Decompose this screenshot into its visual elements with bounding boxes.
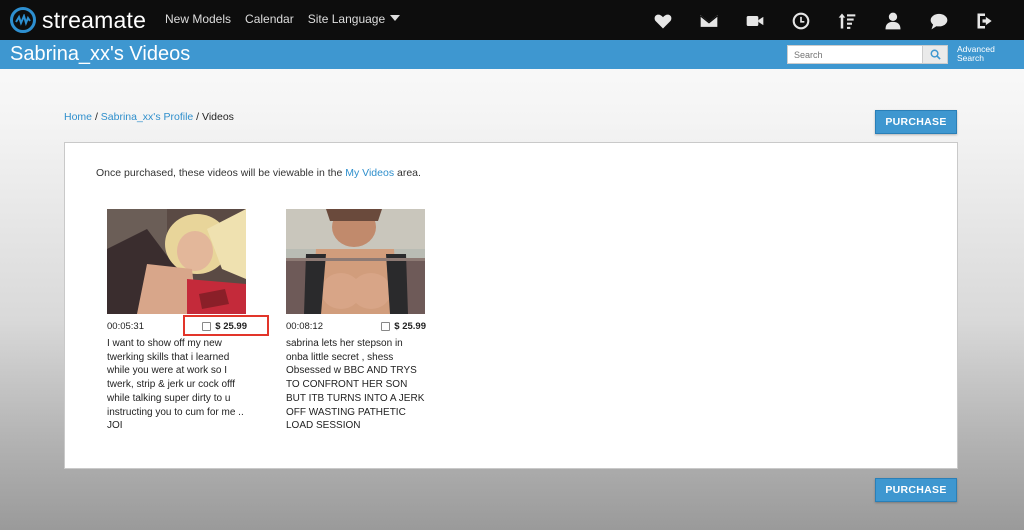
- video-thumbnail[interactable]: [107, 209, 246, 314]
- purchase-button-bottom[interactable]: PURCHASE: [875, 478, 957, 502]
- user-icon[interactable]: [870, 10, 916, 32]
- intro-text-after: area.: [394, 167, 421, 179]
- video-duration: 00:05:31: [107, 321, 144, 332]
- sort-icon[interactable]: [824, 10, 870, 32]
- page-header: Sabrina_xx's Videos Advanced Search: [0, 40, 1024, 69]
- advanced-search-link[interactable]: Advanced Search: [957, 45, 995, 63]
- clock-icon[interactable]: [778, 10, 824, 32]
- chevron-down-icon: [390, 15, 401, 21]
- brand-name: streamate: [42, 6, 147, 33]
- video-description: sabrina lets her stepson in onba little …: [286, 338, 425, 432]
- nav-link-site-language[interactable]: Site Language: [307, 12, 401, 26]
- search-button[interactable]: [923, 45, 948, 64]
- brand-logo[interactable]: streamate: [10, 6, 146, 34]
- search-icon: [930, 49, 941, 60]
- advanced-search-label-2: Search: [957, 53, 984, 63]
- heart-icon[interactable]: [640, 10, 686, 32]
- site-language-label: Site Language: [307, 12, 386, 26]
- video-duration: 00:08:12: [286, 321, 323, 332]
- video-card: 00:08:12 $ 25.99 sabrina lets her stepso…: [286, 209, 426, 433]
- video-description: I want to show off my new twerking skill…: [107, 338, 244, 432]
- breadcrumb-separator: /: [94, 111, 98, 123]
- purchase-button-top[interactable]: PURCHASE: [875, 110, 957, 134]
- video-thumbnail[interactable]: [286, 209, 425, 314]
- mail-icon[interactable]: [686, 10, 732, 32]
- top-navigation-bar: streamate New Models Calendar Site Langu…: [0, 0, 1024, 40]
- breadcrumb-home[interactable]: Home: [64, 111, 92, 123]
- nav-link-new-models[interactable]: New Models: [165, 12, 231, 26]
- my-videos-link[interactable]: My Videos: [345, 167, 394, 179]
- breadcrumb: Home / Sabrina_xx's Profile / Videos: [64, 111, 234, 123]
- video-price-checkbox[interactable]: $ 25.99: [381, 321, 426, 332]
- breadcrumb-separator: /: [196, 111, 200, 123]
- intro-text-before: Once purchased, these videos will be vie…: [96, 167, 346, 179]
- video-price: $ 25.99: [394, 321, 426, 332]
- page-title: Sabrina_xx's Videos: [10, 43, 191, 65]
- intro-text: Once purchased, these videos will be vie…: [96, 167, 421, 179]
- logout-icon[interactable]: [962, 10, 1008, 32]
- chat-icon[interactable]: [916, 10, 962, 32]
- breadcrumb-profile[interactable]: Sabrina_xx's Profile: [101, 111, 193, 123]
- streamate-logo-icon: [10, 7, 36, 33]
- video-camera-icon[interactable]: [732, 10, 778, 32]
- search-input[interactable]: [787, 45, 923, 64]
- breadcrumb-current: Videos: [202, 111, 234, 123]
- nav-link-calendar[interactable]: Calendar: [245, 12, 294, 26]
- select-checkbox[interactable]: [381, 322, 391, 331]
- price-highlight-box: [183, 315, 269, 336]
- search-form: [787, 45, 948, 64]
- videos-panel: Once purchased, these videos will be vie…: [64, 142, 958, 469]
